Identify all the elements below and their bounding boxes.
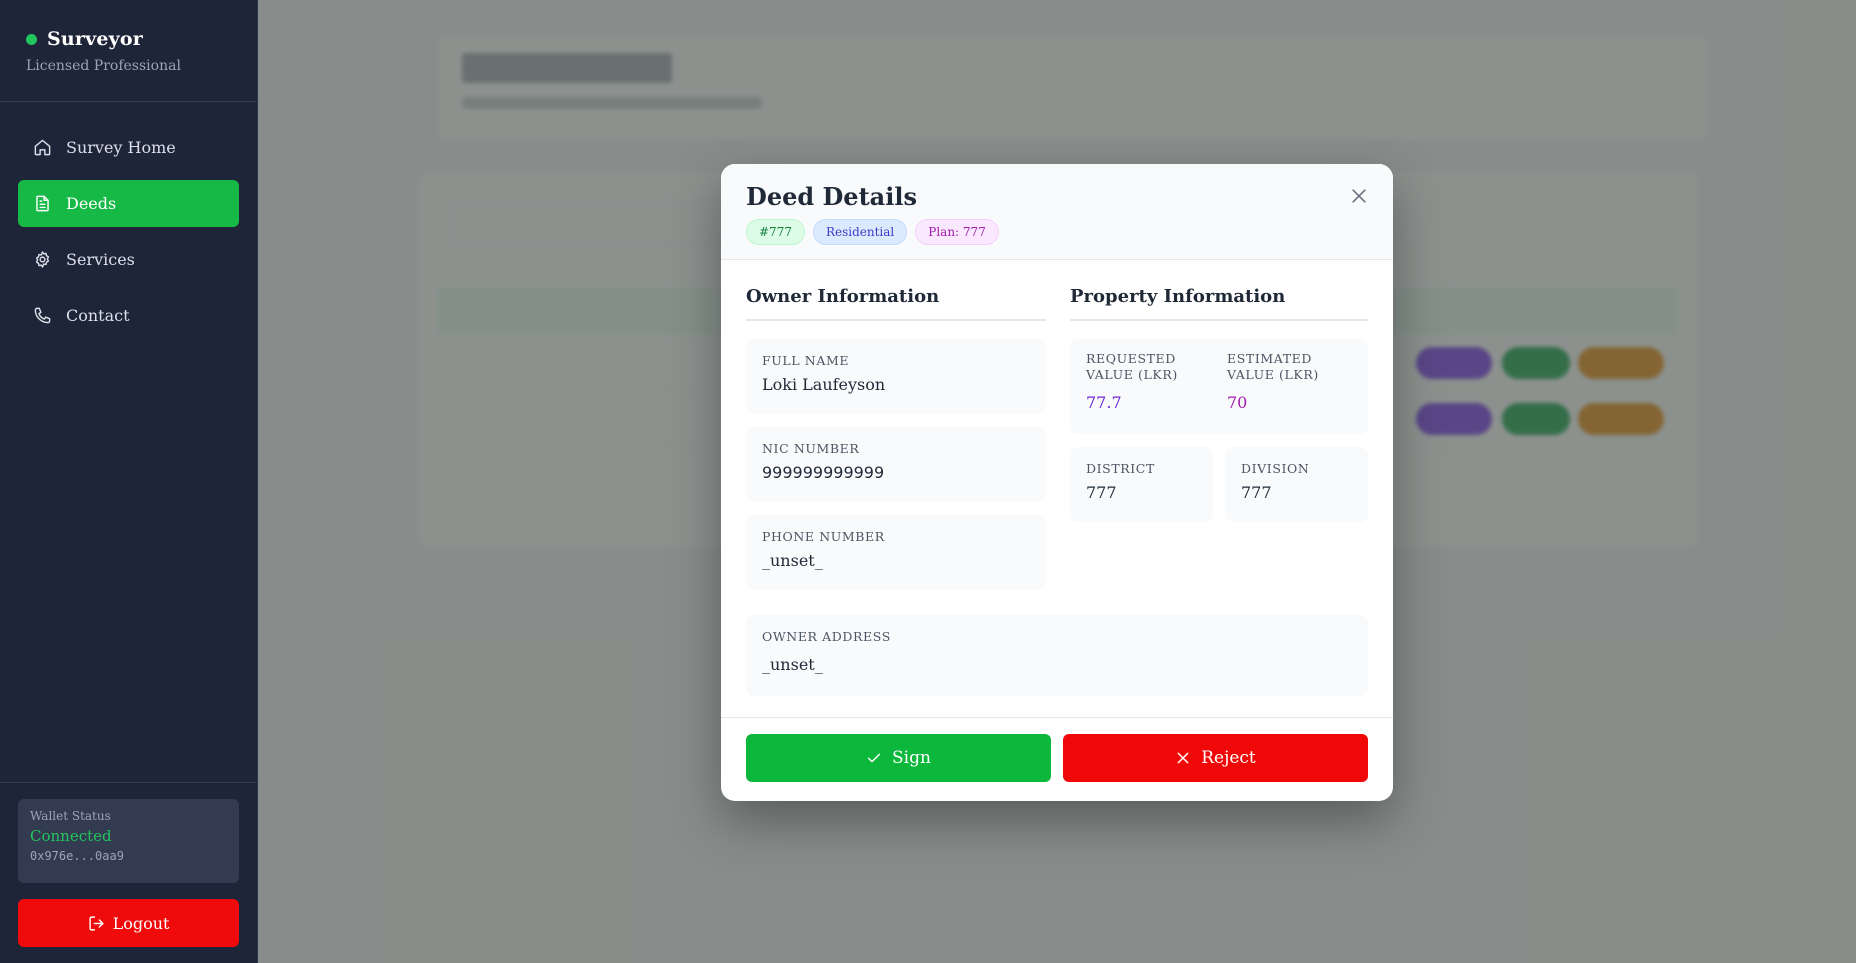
close-button[interactable] <box>1349 186 1369 206</box>
sidebar-nav: Survey Home Deeds Services Contact <box>0 102 257 339</box>
reject-button[interactable]: Reject <box>1063 734 1368 782</box>
deed-badges: #777 Residential Plan: 777 <box>746 219 1368 245</box>
gear-icon <box>35 251 50 268</box>
logout-label: Logout <box>112 913 170 933</box>
sidebar-item-label: Services <box>66 250 135 269</box>
modal-footer: Sign Reject <box>721 717 1393 801</box>
division-value: 777 <box>1241 483 1272 502</box>
full-name-value: Loki Laufeyson <box>762 375 886 394</box>
deed-details-modal: Deed Details #777 Residential Plan: 777 … <box>721 164 1393 801</box>
x-icon <box>1177 752 1189 764</box>
field-label: OWNER ADDRESS <box>762 629 891 644</box>
sidebar-item-label: Contact <box>66 306 130 325</box>
sidebar-item-label: Deeds <box>66 194 117 213</box>
field-label: DISTRICT <box>1086 461 1155 476</box>
wallet-status-card: Wallet Status Connected 0x976e...0aa9 <box>18 799 239 883</box>
sidebar-item-deeds[interactable]: Deeds <box>18 180 239 227</box>
phone-number-value: _unset_ <box>762 551 823 570</box>
field-label: DIVISION <box>1241 461 1310 476</box>
reject-label: Reject <box>1201 748 1256 768</box>
wallet-connection-status: Connected <box>30 827 112 845</box>
district-field: DISTRICT 777 <box>1070 447 1213 522</box>
field-label: ESTIMATED VALUE (LKR) <box>1227 351 1319 382</box>
sign-button[interactable]: Sign <box>746 734 1051 782</box>
logout-button[interactable]: Logout <box>18 899 239 947</box>
nic-number-field: NIC NUMBER 999999999999 <box>746 427 1046 502</box>
sidebar-footer: Wallet Status Connected 0x976e...0aa9 Lo… <box>0 782 257 963</box>
field-label: PHONE NUMBER <box>762 529 885 544</box>
division-field: DIVISION 777 <box>1225 447 1368 522</box>
sidebar-item-survey-home[interactable]: Survey Home <box>18 124 239 171</box>
wallet-address: 0x976e...0aa9 <box>30 849 124 863</box>
status-dot <box>26 33 37 45</box>
modal-body: Owner Information FULL NAME Loki Laufeys… <box>721 260 1393 717</box>
home-icon <box>34 139 51 156</box>
full-name-field: FULL NAME Loki Laufeyson <box>746 339 1046 414</box>
logout-icon <box>88 915 104 931</box>
estimated-value: 70 <box>1227 393 1248 412</box>
deed-type-badge: Residential <box>812 219 908 245</box>
sidebar-item-contact[interactable]: Contact <box>18 292 239 339</box>
owner-section-title: Owner Information <box>746 286 1046 321</box>
field-label: FULL NAME <box>762 353 850 368</box>
property-section-title: Property Information <box>1070 286 1368 321</box>
requested-value-group: REQUESTED VALUE (LKR) 77.7 <box>1086 351 1206 412</box>
brand: Surveyor Licensed Professional <box>0 0 257 102</box>
deed-id-badge: #777 <box>746 219 805 245</box>
modal-title: Deed Details <box>746 182 917 211</box>
sign-label: Sign <box>892 748 931 768</box>
owner-address-value: _unset_ <box>762 655 823 674</box>
sidebar-item-services[interactable]: Services <box>18 236 239 283</box>
estimated-value-group: ESTIMATED VALUE (LKR) 70 <box>1227 351 1357 412</box>
modal-header: Deed Details #777 Residential Plan: 777 <box>721 164 1393 260</box>
phone-icon <box>34 307 51 324</box>
owner-address-field: OWNER ADDRESS _unset_ <box>746 615 1368 696</box>
field-label: REQUESTED VALUE (LKR) <box>1086 351 1178 382</box>
phone-number-field: PHONE NUMBER _unset_ <box>746 515 1046 590</box>
sidebar-item-label: Survey Home <box>66 138 176 157</box>
check-icon <box>867 753 881 763</box>
nic-number-value: 999999999999 <box>762 463 885 482</box>
sidebar: Surveyor Licensed Professional Survey Ho… <box>0 0 258 963</box>
brand-title: Surveyor <box>47 28 143 50</box>
plan-badge: Plan: 777 <box>915 219 999 245</box>
document-icon <box>36 195 49 212</box>
wallet-label: Wallet Status <box>30 809 111 823</box>
close-icon <box>1352 189 1366 203</box>
requested-value: 77.7 <box>1086 393 1122 412</box>
field-label: NIC NUMBER <box>762 441 860 456</box>
brand-subtitle: Licensed Professional <box>26 58 181 74</box>
district-value: 777 <box>1086 483 1117 502</box>
property-values-card: REQUESTED VALUE (LKR) 77.7 ESTIMATED VAL… <box>1070 339 1368 434</box>
